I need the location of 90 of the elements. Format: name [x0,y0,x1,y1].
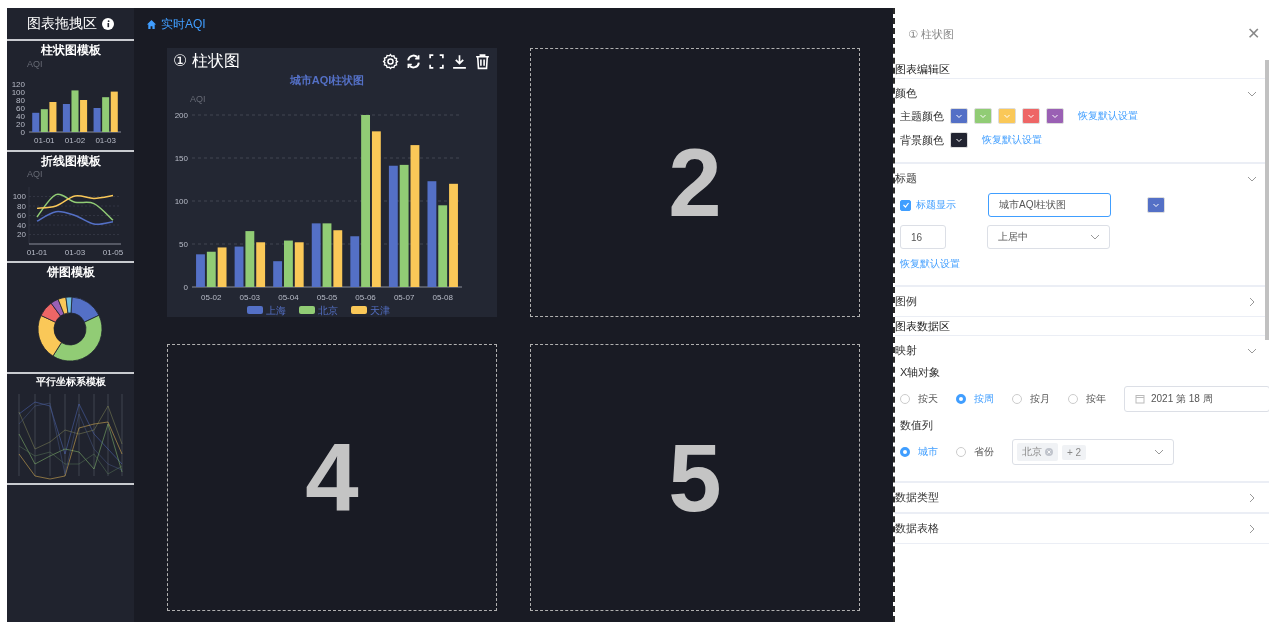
axis-label: 60 [16,103,25,113]
collapse-header[interactable]: 图例 [895,286,1269,316]
breadcrumb[interactable]: 实时AQI [161,15,206,33]
axis-label: 50 [179,239,188,249]
slot-number: 4 [305,429,359,526]
legend-swatch[interactable] [351,306,367,314]
chart-title: 城市AQI柱状图 [289,74,365,86]
close-button[interactable]: ✕ [1247,26,1260,42]
template-title[interactable]: 折线图模板 [40,154,101,168]
fullscreen-icon[interactable] [428,52,445,70]
color-picker[interactable] [998,108,1016,124]
color-picker[interactable] [1022,108,1040,124]
axis-title: AQI [27,169,43,179]
axis-title: AQI [27,59,43,69]
axis-label: 05-04 [278,293,299,302]
axis-label: 01-02 [64,136,86,145]
field-label: 数值列 [900,418,933,433]
drop-zone[interactable]: 4 [167,344,497,611]
axis-title: AQI [190,94,206,104]
drop-zone[interactable]: 2 [530,48,860,317]
radio-option[interactable]: 按天 [900,392,938,406]
axis-label: 100 [11,87,25,97]
refresh-icon[interactable] [405,52,422,70]
axis-label: 120 [11,79,25,89]
axis-label: 05-03 [239,293,261,302]
donut-chart-drawing [37,296,103,362]
title-input[interactable]: 城市AQI柱状图 [988,193,1111,217]
color-picker[interactable] [950,132,968,148]
axis-label: 0 [183,282,188,292]
axis-label: 20 [16,119,25,129]
drop-zone[interactable]: 5 [530,344,860,611]
template-title[interactable]: 饼图模板 [46,265,95,279]
radio-option[interactable]: 省份 [956,445,994,459]
collapse-header[interactable]: 映射 [895,335,1269,365]
more-tag: + 2 [1062,444,1087,460]
sidebar-title: 图表拖拽区 [27,14,97,33]
axis-label: 01-03 [64,248,86,257]
slot-number: 5 [668,429,722,526]
axis-label: 0 [20,127,25,137]
axis-label: 100 [174,196,188,206]
color-picker[interactable] [1147,197,1165,213]
legend-swatch[interactable] [299,306,315,314]
axis-label: 150 [174,153,188,163]
axis-label: 01-01 [34,136,55,145]
radio-option[interactable]: 按月 [1012,392,1050,406]
axis-label: 100 [12,192,26,202]
calendar-icon [1135,394,1145,404]
axis-label: 05-07 [393,293,415,302]
checkbox[interactable] [900,199,911,211]
axis-label: 01-05 [102,248,124,257]
field-label: 背景颜色 [900,132,944,148]
axis-label: 80 [16,95,25,105]
position-select[interactable]: 上居中 [987,225,1110,249]
axis-label: 80 [17,201,26,211]
trash-icon[interactable] [474,52,491,70]
collapse-header[interactable]: 数据类型 [895,482,1269,512]
axis-label: 40 [17,220,26,230]
template-title[interactable]: 柱状图模板 [40,43,101,57]
template-title[interactable]: 平行坐标系模板 [35,376,106,388]
axis-label: 200 [174,110,188,120]
panel-title: ① 柱状图 [908,26,954,42]
axis-label: 01-01 [26,248,48,257]
font-size-input[interactable]: 16 [900,225,946,249]
axis-label: 05-05 [316,293,338,302]
legend-swatch[interactable] [247,306,263,314]
section-title: 图表编辑区 [895,62,951,77]
color-picker[interactable] [1046,108,1064,124]
radio-option[interactable]: 按年 [1068,392,1106,406]
collapse-header[interactable]: 数据表格 [895,513,1269,543]
axis-label: 60 [17,211,26,221]
axis-label: 40 [16,111,25,121]
section-title: 图表数据区 [895,319,951,334]
axis-label: 05-06 [355,293,376,302]
download-icon[interactable] [451,52,468,70]
color-picker[interactable] [950,108,968,124]
axis-label: 01-03 [95,136,116,145]
info-icon[interactable] [102,17,114,30]
axis-label: 05-08 [432,293,453,302]
tag: 北京 [1017,443,1058,461]
axis-label: 20 [17,230,26,240]
field-label: X轴对象 [900,365,941,380]
settings-icon[interactable] [382,52,399,70]
scrollbar[interactable] [1265,60,1269,340]
axis-label: 05-02 [201,293,222,302]
week-picker[interactable]: 2021 第 18 周 [1124,386,1269,412]
slot-number: 2 [668,134,722,231]
home-icon [146,18,157,30]
field-label: 主题颜色 [900,108,944,124]
color-picker[interactable] [974,108,992,124]
card-title: ① 柱状图 [173,50,240,71]
